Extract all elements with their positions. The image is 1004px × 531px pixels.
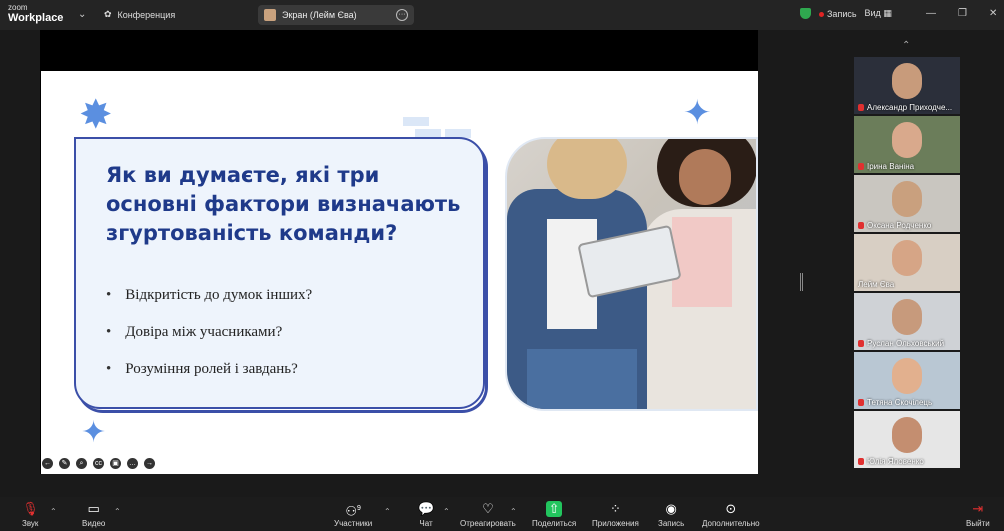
- share-button[interactable]: ⇧ Поделиться: [532, 501, 576, 528]
- more-options-icon[interactable]: ···: [396, 9, 408, 21]
- slide-annotation-toolbar: ← ✎ ⌕ cc ▣ … →: [42, 458, 155, 469]
- mic-muted-icon: 🎙: [22, 501, 39, 516]
- people-icon: ⚇9: [345, 503, 361, 519]
- meeting-toolbar: 🎙 Звук ⌃ ▭ Видео ⌃ ⚇9 Участники ⌃ 💬 Чат …: [0, 497, 1004, 531]
- mic-muted-icon: [858, 340, 864, 347]
- panel-resize-handle[interactable]: [800, 273, 803, 291]
- record-button[interactable]: ◉ Запись: [658, 501, 684, 528]
- record-icon: ◉: [665, 501, 677, 516]
- paw-icon: ✿: [104, 9, 112, 19]
- security-shield-icon[interactable]: [800, 8, 811, 19]
- mic-muted-icon: [858, 163, 864, 170]
- chat-button[interactable]: 💬 Чат: [418, 501, 434, 528]
- star-decoration-icon: ✸: [79, 93, 113, 137]
- participant-tile-active-speaker[interactable]: Лейм Єва: [854, 234, 960, 291]
- video-button[interactable]: ▭ Видео: [82, 501, 105, 528]
- arrow-right-icon[interactable]: →: [144, 458, 155, 469]
- participant-tile[interactable]: Оксана Родченко: [854, 175, 960, 232]
- chevron-up-icon[interactable]: ⌃: [902, 40, 910, 51]
- top-bar: zoom Workplace ⌄ ✿ Конференция Экран (Ле…: [0, 0, 1004, 30]
- video-options-caret[interactable]: ⌃: [114, 507, 121, 516]
- participant-tile[interactable]: Тетяна Скочілець: [854, 352, 960, 409]
- heart-icon: ♡: [482, 501, 494, 516]
- react-options-caret[interactable]: ⌃: [510, 507, 517, 516]
- chevron-down-icon[interactable]: ⌄: [78, 9, 86, 20]
- presenter-avatar: [264, 9, 276, 21]
- participants-options-caret[interactable]: ⌃: [384, 507, 391, 516]
- participant-tile[interactable]: Руслан Ольховський: [854, 293, 960, 350]
- participant-tile[interactable]: Александр Приходче...: [854, 57, 960, 114]
- close-icon[interactable]: ✕: [989, 8, 997, 19]
- more-icon[interactable]: …: [127, 458, 138, 469]
- top-right-controls: Запись Вид ▦: [800, 8, 892, 19]
- leave-button[interactable]: ⇥ Выйти: [966, 501, 990, 528]
- share-screen-icon: ⇧: [546, 501, 563, 517]
- more-icon: ⊙: [725, 501, 737, 516]
- women-with-devices-photo: [505, 137, 758, 411]
- minimize-icon[interactable]: —: [926, 8, 936, 19]
- bullet-list: Відкритість до думок інших? Довіра між у…: [106, 277, 312, 388]
- slide-title: Як ви думаєте, які три основні фактори в…: [106, 163, 461, 245]
- zoom-logo: zoom Workplace: [8, 3, 64, 24]
- list-item: Відкритість до думок інших?: [106, 277, 312, 314]
- participant-tile[interactable]: Юлія Яловенко: [854, 411, 960, 468]
- apps-button[interactable]: ⁘ Приложения: [592, 501, 639, 528]
- window-controls: — ❐ ✕: [926, 8, 997, 19]
- more-button[interactable]: ⊙ Дополнительно: [702, 501, 760, 528]
- record-dot-icon: [819, 11, 824, 17]
- star-decoration-icon: ✦: [81, 416, 107, 449]
- pen-icon[interactable]: ✎: [59, 458, 70, 469]
- video-off-icon[interactable]: ▣: [110, 458, 121, 469]
- star-decoration-icon: ✦: [683, 94, 712, 132]
- audio-button[interactable]: 🎙 Звук: [22, 501, 39, 528]
- list-item: Довіра між учасниками?: [106, 314, 312, 351]
- participant-tile[interactable]: Ірина Ваніна: [854, 116, 960, 173]
- screen-share-indicator[interactable]: Экран (Лейм Єва) ···: [258, 5, 414, 25]
- restore-icon[interactable]: ❐: [958, 8, 967, 19]
- arrow-left-icon[interactable]: ←: [42, 458, 53, 469]
- list-item: Розуміння ролей і завдань?: [106, 351, 312, 388]
- presentation-slide: ✸ ✦ ✦ Як ви думаєте, які три основні фак…: [41, 71, 758, 474]
- question-card: Як ви думаєте, які три основні фактори в…: [74, 137, 485, 409]
- recording-indicator[interactable]: Запись: [819, 9, 857, 19]
- mic-muted-icon: [858, 104, 864, 111]
- captions-icon[interactable]: cc: [93, 458, 104, 469]
- react-button[interactable]: ♡ Отреагировать: [460, 501, 516, 528]
- mic-muted-icon: [858, 222, 864, 229]
- camera-icon: ▭: [87, 501, 100, 516]
- audio-options-caret[interactable]: ⌃: [50, 507, 57, 516]
- leave-icon: ⇥: [972, 501, 984, 516]
- mic-muted-icon: [858, 399, 864, 406]
- apps-icon: ⁘: [609, 501, 621, 516]
- mic-muted-icon: [858, 458, 864, 465]
- chat-options-caret[interactable]: ⌃: [443, 507, 450, 516]
- zoom-icon[interactable]: ⌕: [76, 458, 87, 469]
- chat-icon: 💬: [418, 501, 435, 516]
- participant-gallery: Александр Приходче... Ірина Ваніна Оксан…: [854, 57, 960, 470]
- view-button[interactable]: Вид ▦: [865, 8, 892, 19]
- grid-icon: ▦: [883, 8, 892, 18]
- participants-button[interactable]: ⚇9 Участники: [334, 501, 372, 528]
- conference-button[interactable]: ✿ Конференция: [104, 9, 175, 20]
